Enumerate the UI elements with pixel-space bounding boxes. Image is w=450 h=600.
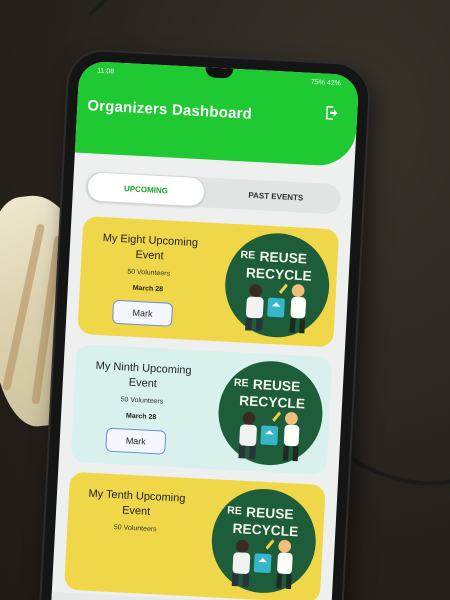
event-card[interactable]: My Tenth Upcoming Event 50 Volunteers RE RE… (63, 471, 326, 600)
event-volunteers: 50 Volunteers (127, 268, 171, 278)
event-card[interactable]: My Eight Upcoming Event 50 Volunteers Marc… (77, 216, 340, 348)
event-title: My Ninth Upcoming Event (95, 359, 192, 391)
event-volunteers: 50 Volunteers (120, 396, 164, 406)
event-card[interactable]: My Ninth Upcoming Event 50 Volunteers Marc… (70, 343, 333, 476)
app-screen: 11:08 75% 42% Organizers Dashboard UPCOM… (50, 60, 360, 600)
status-time: 11:08 (96, 67, 115, 76)
event-date: March 28 (125, 412, 157, 422)
logout-icon[interactable] (323, 103, 342, 122)
app-header: 11:08 75% 42% Organizers Dashboard (74, 60, 360, 168)
art-corner-text: RE (234, 377, 249, 390)
page-title: Organizers Dashboard (86, 97, 253, 123)
event-date: March 28 (132, 284, 164, 294)
camera-notch (204, 67, 234, 79)
art-reuse-text: REUSE (252, 377, 300, 394)
mark-button[interactable]: Mark (111, 299, 174, 327)
event-title: My Tenth Upcoming Event (88, 487, 186, 519)
tab-past-events[interactable]: PAST EVENTS (210, 178, 341, 215)
reuse-recycle-illustration: RE REUSERECYCLE (225, 233, 330, 338)
tab-upcoming[interactable]: UPCOMING (86, 171, 206, 208)
status-battery: 75% 42% (310, 78, 341, 88)
art-corner-text: RE (227, 505, 242, 518)
event-title: My Eight Upcoming Event (102, 232, 199, 263)
art-reuse-text: REUSE (259, 249, 307, 266)
event-tabs: UPCOMING PAST EVENTS (84, 171, 342, 215)
art-corner-text: RE (240, 249, 255, 262)
art-reuse-text: REUSE (246, 505, 294, 522)
reuse-recycle-illustration: RE REUSERECYCLE (218, 361, 323, 466)
event-volunteers: 50 Volunteers (113, 524, 157, 534)
mark-button[interactable]: Mark (105, 427, 167, 455)
reuse-recycle-illustration: RE REUSERECYCLE (211, 489, 316, 593)
phone: 11:08 75% 42% Organizers Dashboard UPCOM… (40, 50, 370, 600)
